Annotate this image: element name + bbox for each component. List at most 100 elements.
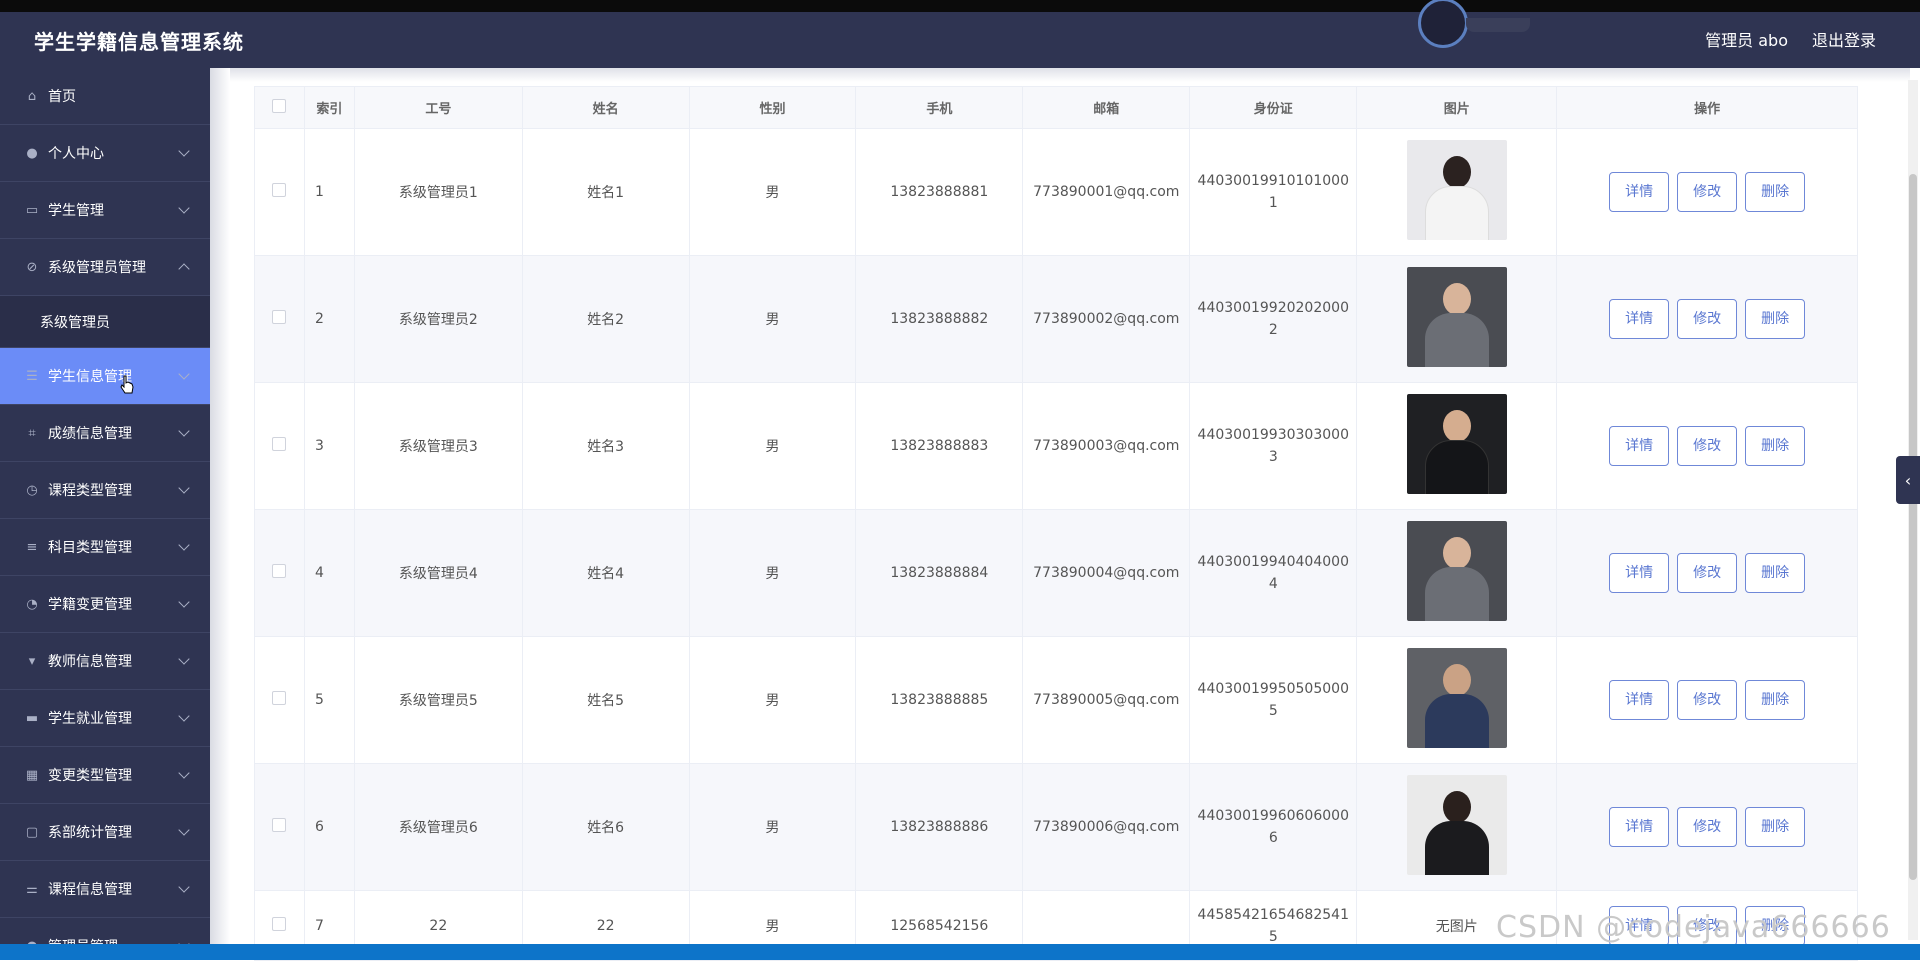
edit-button[interactable]: 修改 [1677,807,1738,847]
photo-head [1442,410,1471,442]
cell-name: 姓名3 [521,382,690,510]
chevron-down-icon [178,202,190,214]
row-select-cell [254,128,305,256]
cell-job-no: 系级管理员3 [353,382,523,510]
column-header: 身份证 [1189,86,1358,129]
sidebar-item-change-types[interactable]: ▦ 变更类型管理 [0,747,210,804]
id-card-line: 1 [1268,195,1278,211]
cell-email: 773890001@qq.com [1022,128,1191,256]
side-panel-toggle[interactable]: ‹ [1896,456,1920,504]
row-checkbox[interactable] [272,310,287,324]
row-checkbox[interactable] [272,916,287,931]
person-photo [1406,521,1507,621]
sidebar-item-dept-admin[interactable]: ⊘ 系级管理员管理 [0,239,210,296]
avatar[interactable] [1418,0,1468,48]
sidebar-item-students[interactable]: ▭ 学生管理 [0,182,210,239]
delete-button[interactable]: 删除 [1745,807,1806,847]
photo-body [1424,440,1489,494]
sidebar-item-label: 学生就业管理 [48,711,132,727]
row-select-cell [254,255,305,383]
delete-button[interactable]: 删除 [1745,680,1806,720]
edit-button[interactable]: 修改 [1677,299,1738,339]
content-top-shadow [230,68,1910,82]
cell-photo [1356,382,1558,510]
detail-button[interactable]: 详情 [1609,680,1670,720]
chevron-down-icon [178,767,190,779]
cell-name: 姓名6 [521,763,690,891]
edit-button[interactable]: 修改 [1677,553,1738,593]
sidebar-item-profile[interactable]: ● 个人中心 [0,125,210,182]
sidebar-item-subject-types[interactable]: ≡ 科目类型管理 [0,519,210,576]
vertical-scrollbar-thumb[interactable] [1909,174,1917,880]
photo-head [1442,537,1471,569]
sidebar-item-label: 系级管理员管理 [48,260,146,276]
sidebar-item-home[interactable]: ⌂ 首页 [0,68,210,125]
row-checkbox[interactable] [272,818,287,832]
cell-phone: 13823888884 [855,509,1024,637]
photo-head [1442,664,1471,696]
cell-id-card: 44030019940404000 4 [1189,509,1358,637]
user-icon: ● [26,145,38,161]
detail-button[interactable]: 详情 [1609,426,1670,466]
row-checkbox[interactable] [272,437,287,451]
cell-index: 3 [303,382,355,510]
sidebar-subitem-dept-admin[interactable]: 系级管理员 [0,296,210,348]
delete-button[interactable]: 删除 [1745,299,1806,339]
menu-icon: ≡ [26,539,38,555]
detail-button[interactable]: 详情 [1609,807,1670,847]
sidebar-item-label: 首页 [48,89,76,105]
content-shadow [210,68,230,944]
table-row: 6 系级管理员6 姓名6 男 13823888886 773890006@qq.… [254,763,1858,891]
list-icon: ☰ [26,368,38,384]
photo-body [1424,313,1489,367]
cell-job-no: 系级管理员4 [353,509,523,637]
cell-index: 5 [303,636,355,764]
sidebar-item-dept-stats[interactable]: ▢ 系部统计管理 [0,804,210,861]
chevron-down-icon [178,425,190,437]
table-row: 3 系级管理员3 姓名3 男 13823888883 773890003@qq.… [254,382,1858,510]
logout-button[interactable]: 退出登录 [1812,27,1876,51]
sliders-icon: ⚌ [26,881,38,897]
edit-button[interactable]: 修改 [1677,426,1738,466]
screen-bottom-bar [0,944,1920,960]
cell-email: 773890005@qq.com [1022,636,1191,764]
sidebar-item-label: 成绩信息管理 [48,426,132,442]
sidebar-item-course-types[interactable]: ◷ 课程类型管理 [0,462,210,519]
id-card-line: 44030019940404000 [1197,554,1349,570]
sidebar-item-grades[interactable]: ⌗ 成绩信息管理 [0,405,210,462]
sidebar-item-admins[interactable]: ● 管理员管理 [0,918,210,944]
cell-gender: 男 [688,255,857,383]
detail-button[interactable]: 详情 [1609,172,1670,212]
chevron-down-icon [178,653,190,665]
cell-phone: 13823888882 [855,255,1024,383]
id-card-line: 44585421654682541 [1197,906,1349,923]
delete-button[interactable]: 删除 [1745,426,1806,466]
sidebar-item-status-change[interactable]: ◔ 学籍变更管理 [0,576,210,633]
detail-button[interactable]: 详情 [1609,553,1670,593]
sidebar-item-teachers[interactable]: ▾ 教师信息管理 [0,633,210,690]
cell-actions: 详情 修改 删除 [1556,763,1858,891]
id-card-line: 44030019960606000 [1197,808,1349,824]
delete-button[interactable]: 删除 [1745,553,1806,593]
detail-button[interactable]: 详情 [1609,299,1670,339]
cell-gender: 男 [688,382,857,510]
row-checkbox[interactable] [272,183,287,197]
sidebar-item-courses[interactable]: ⚌ 课程信息管理 [0,861,210,918]
cell-photo [1356,636,1558,764]
select-all-header[interactable] [254,86,305,129]
sidebar-item-label: 学籍变更管理 [48,597,132,613]
row-checkbox[interactable] [272,691,287,705]
cell-actions: 详情 修改 删除 [1556,382,1858,510]
column-header: 工号 [353,86,523,129]
edit-button[interactable]: 修改 [1677,680,1738,720]
table-header-row: 索引 工号 姓名 性别 手机 邮箱 身份证 图片 操作 [254,86,1858,129]
column-header: 索引 [303,86,355,129]
screen-top-edge [0,0,1920,12]
row-checkbox[interactable] [272,564,287,578]
sidebar-item-employment[interactable]: ▬ 学生就业管理 [0,690,210,747]
select-all-checkbox[interactable] [272,98,287,113]
chat-icon: ▢ [25,824,39,840]
edit-button[interactable]: 修改 [1677,172,1738,212]
delete-button[interactable]: 删除 [1745,172,1806,212]
sidebar-item-student-info[interactable]: ☰ 学生信息管理 [0,348,210,405]
